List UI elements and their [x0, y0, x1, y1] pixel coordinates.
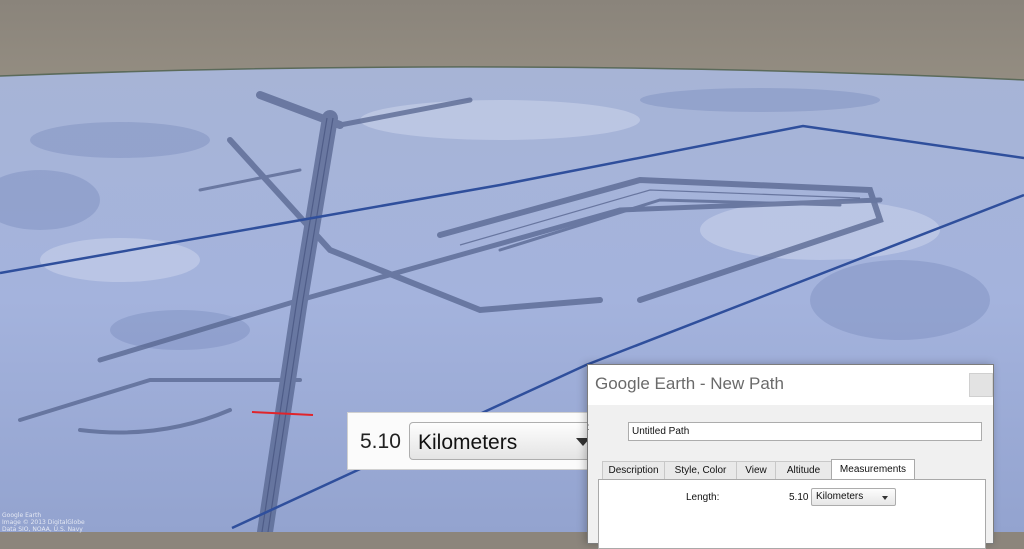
measurements-panel: Length: 5.10 Kilometers: [598, 479, 986, 549]
tab-style-color[interactable]: Style, Color: [664, 461, 737, 479]
map-watermark: Google Earth Image © 2013 DigitalGlobe D…: [2, 512, 85, 533]
watermark-line: Google Earth: [2, 512, 42, 519]
tab-description[interactable]: Description: [602, 461, 665, 479]
name-input[interactable]: Untitled Path: [628, 422, 982, 441]
tab-altitude[interactable]: Altitude: [775, 461, 832, 479]
name-label: Name:: [588, 422, 628, 433]
tab-view[interactable]: View: [736, 461, 776, 479]
length-label: Length:: [686, 492, 720, 503]
zoom-measurement-panel: 5.10 Kilometers: [347, 412, 615, 470]
dialog-title: Google Earth - New Path: [595, 374, 784, 393]
zoom-unit-label: Kilometers: [418, 431, 518, 454]
close-button[interactable]: [969, 373, 993, 397]
zoom-unit-dropdown[interactable]: Kilometers: [409, 422, 603, 460]
length-value: 5.10: [789, 492, 809, 503]
dialog-titlebar[interactable]: Google Earth - New Path: [588, 365, 993, 405]
unit-dropdown-label: Kilometers: [816, 491, 864, 502]
new-path-dialog: Google Earth - New Path Name: Untitled P…: [587, 364, 994, 549]
chevron-down-icon: [882, 496, 888, 500]
unit-dropdown[interactable]: Kilometers: [811, 488, 896, 506]
watermark-line: Image © 2013 DigitalGlobe: [2, 519, 85, 526]
tab-measurements[interactable]: Measurements: [831, 459, 915, 480]
zoom-length-value: 5.10: [360, 430, 401, 453]
